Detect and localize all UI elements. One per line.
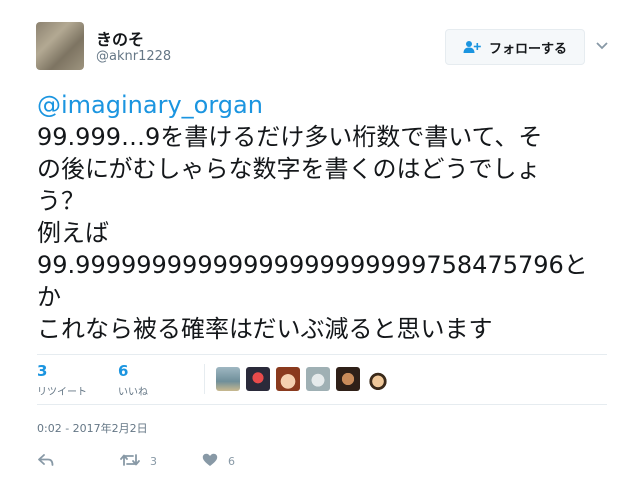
tweet-text-line: これなら被る確率はだいぶ減ると思います [37, 315, 493, 343]
divider [37, 404, 607, 405]
like-button[interactable]: 6 [202, 453, 235, 470]
add-user-icon [463, 40, 481, 54]
timestamp[interactable]: 0:02 - 2017年2月2日 [37, 420, 148, 436]
liker-avatar[interactable] [366, 367, 390, 391]
liker-avatars [216, 367, 396, 391]
stats-separator [204, 364, 205, 394]
retweet-icon [120, 453, 140, 470]
user-handle[interactable]: @aknr1228 [96, 49, 171, 64]
liker-avatar[interactable] [306, 367, 330, 391]
mention-link[interactable]: @imaginary_organ [37, 89, 263, 121]
retweet-label: リツイート [37, 387, 87, 398]
liker-avatar[interactable] [336, 367, 360, 391]
retweet-button[interactable]: 3 [120, 453, 157, 470]
like-stat[interactable]: 6 いいね [118, 362, 148, 398]
like-label: いいね [118, 387, 148, 398]
follow-button[interactable]: フォローする [445, 29, 585, 65]
liker-avatar[interactable] [216, 367, 240, 391]
like-action-count: 6 [228, 455, 235, 468]
retweet-stat[interactable]: 3 リツイート [37, 362, 87, 398]
follow-button-label: フォローする [488, 41, 567, 57]
like-count: 6 [118, 362, 129, 380]
reply-button[interactable] [38, 453, 54, 470]
retweet-action-count: 3 [150, 455, 157, 468]
reply-icon [38, 453, 54, 470]
chevron-down-icon[interactable] [595, 39, 609, 53]
tweet-text-line: 99.99999999999999999999999758475796と [37, 251, 588, 279]
divider [37, 354, 607, 355]
heart-icon [202, 453, 218, 470]
tweet-text-line: の後にがむしゃらな数字を書くのはどうでしょ [37, 155, 541, 183]
tweet-text: 99.999…9を書けるだけ多い桁数で書いて、そ の後にがむしゃらな数字を書くの… [37, 121, 612, 345]
tweet-text-line: う？ [37, 187, 85, 215]
retweet-count: 3 [37, 362, 48, 380]
tweet-text-line: 例えば [37, 219, 109, 247]
tweet-text-line: か [37, 283, 61, 311]
tweet-text-line: 99.999…9を書けるだけ多い桁数で書いて、そ [37, 123, 543, 151]
liker-avatar[interactable] [246, 367, 270, 391]
liker-avatar[interactable] [276, 367, 300, 391]
avatar[interactable] [36, 22, 84, 70]
display-name[interactable]: きのそ [96, 26, 144, 50]
